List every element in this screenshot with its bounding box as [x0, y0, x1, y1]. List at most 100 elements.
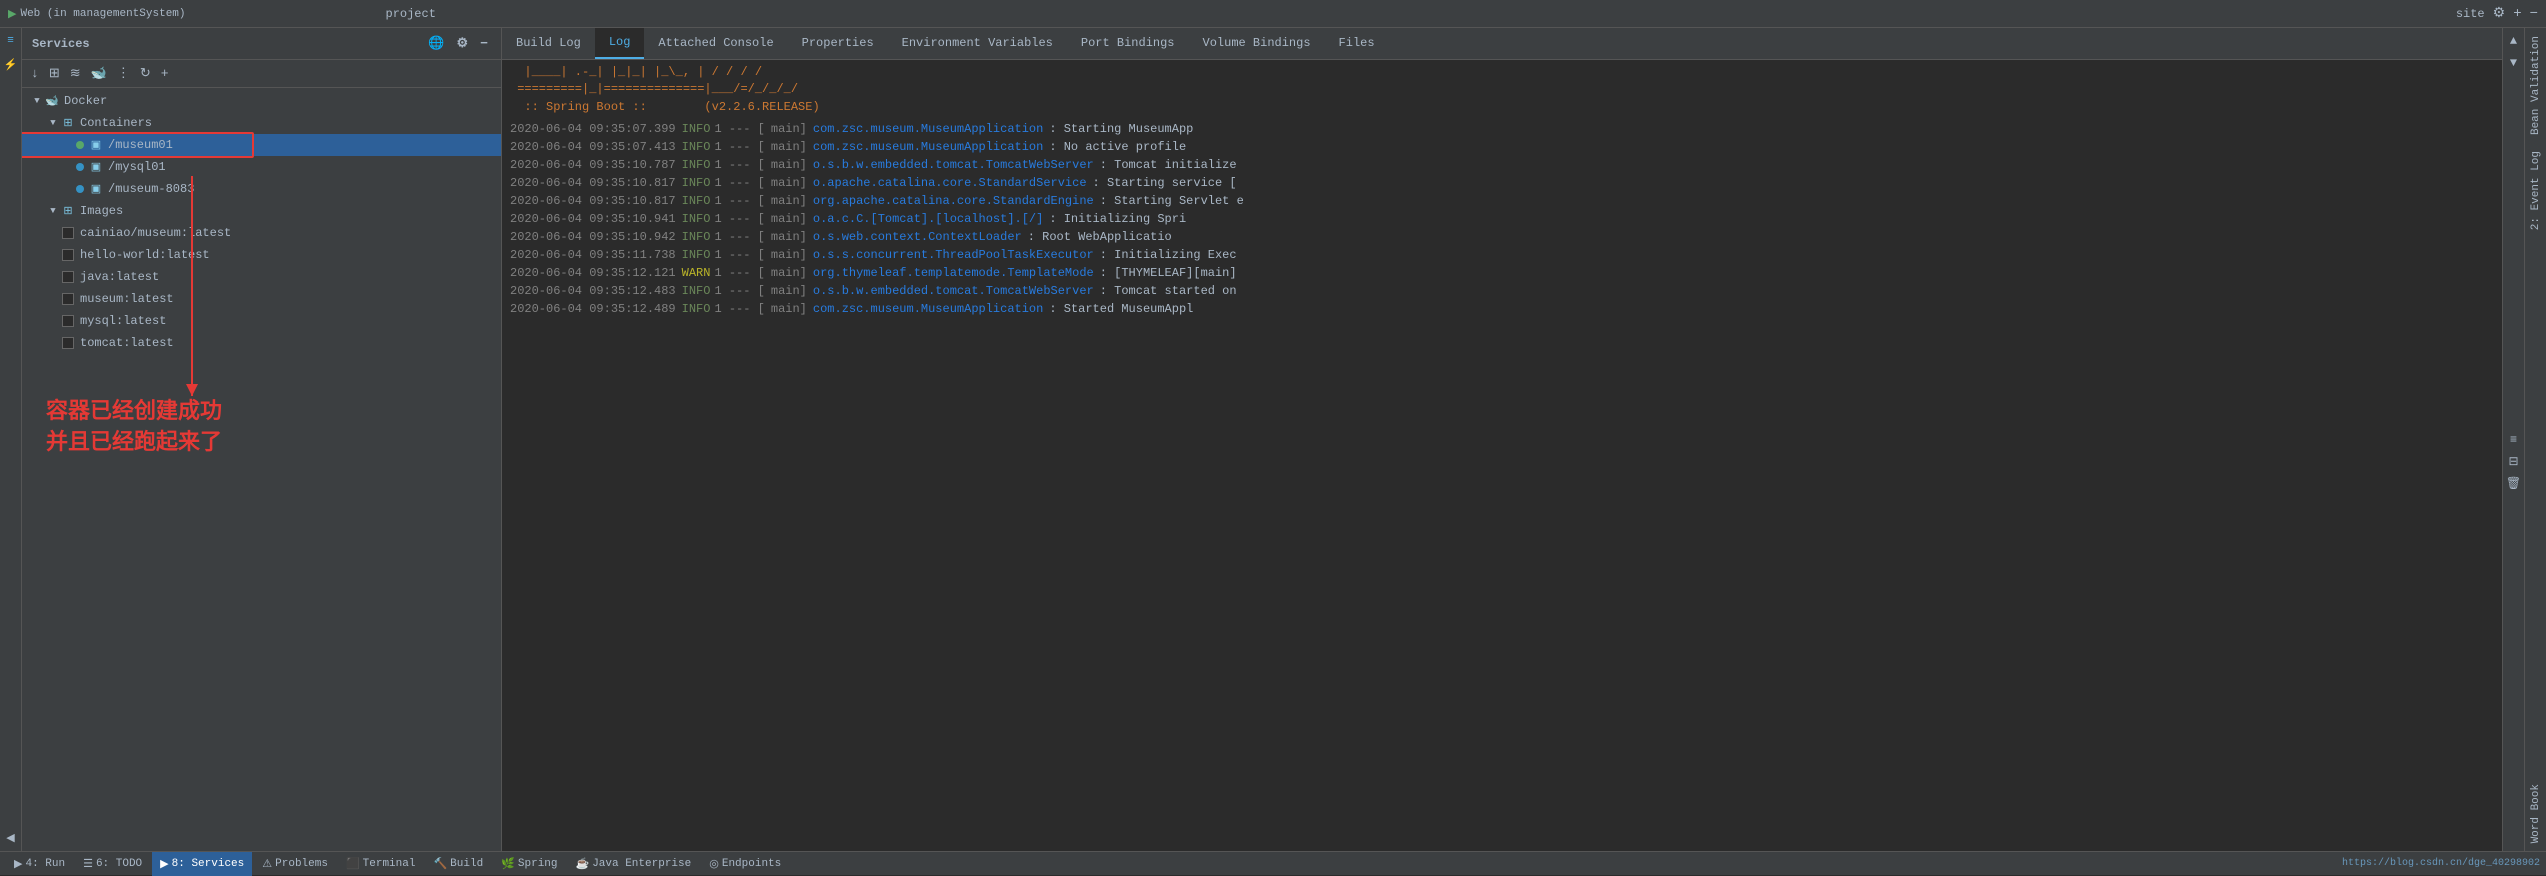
- image-mysql[interactable]: mysql:latest: [22, 310, 501, 332]
- tab-attached-console[interactable]: Attached Console: [644, 28, 787, 59]
- images-node[interactable]: ▼ ⊞ Images: [22, 200, 501, 222]
- scroll-down-icon[interactable]: ▼: [2505, 54, 2523, 72]
- log-class[interactable]: com.zsc.museum.MuseumApplication: [813, 138, 1043, 156]
- gear-icon[interactable]: ⚙: [2493, 5, 2506, 22]
- image-checkbox-hello-world: [62, 249, 74, 261]
- filter-icon[interactable]: ⋮: [114, 65, 133, 82]
- tab-todo[interactable]: ☰ 6: TODO: [75, 852, 150, 876]
- image-hello-world[interactable]: hello-world:latest: [22, 244, 501, 266]
- museum01-icon: ▣: [88, 137, 104, 153]
- collapse-icon[interactable]: −: [477, 35, 491, 52]
- tab-run[interactable]: ▶ 4: Run: [6, 852, 73, 876]
- log-class[interactable]: com.zsc.museum.MuseumApplication: [813, 300, 1043, 318]
- log-class[interactable]: org.apache.catalina.core.StandardEngine: [813, 192, 1094, 210]
- container-museum01[interactable]: ▣ /museum01: [22, 134, 501, 156]
- image-mysql-label: mysql:latest: [80, 314, 166, 328]
- word-book-tab[interactable]: Word Book: [2527, 776, 2545, 851]
- run-label: 4: Run: [25, 858, 65, 870]
- align-icon[interactable]: ⊟: [2505, 453, 2523, 471]
- images-icon: ⊞: [60, 203, 76, 219]
- log-timestamp: 2020-06-04 09:35:10.817: [510, 174, 676, 192]
- tab-endpoints[interactable]: ◎ Endpoints: [701, 852, 789, 876]
- museum8083-label: /museum-8083: [108, 182, 194, 196]
- far-right-tabs: Bean Validation 2: Event Log Word Book: [2524, 28, 2546, 851]
- containers-node[interactable]: ▼ ⊞ Containers: [22, 112, 501, 134]
- scroll-up-icon[interactable]: ▲: [2505, 32, 2523, 50]
- log-thread: 1 --- [: [714, 192, 764, 210]
- minus-icon[interactable]: −: [2530, 6, 2538, 22]
- run-icon: ▶: [14, 857, 22, 871]
- log-class[interactable]: o.s.b.w.embedded.tomcat.TomcatWebServer: [813, 156, 1094, 174]
- log-timestamp: 2020-06-04 09:35:11.738: [510, 246, 676, 264]
- refresh-icon[interactable]: ↻: [137, 65, 154, 82]
- bean-validation-tab[interactable]: Bean Validation: [2527, 28, 2545, 143]
- log-entry: 2020-06-04 09:35:10.817 INFO 1 --- [ mai…: [510, 174, 2494, 192]
- log-class[interactable]: com.zsc.museum.MuseumApplication: [813, 120, 1043, 138]
- mysql01-expand: [62, 160, 76, 174]
- event-log-tab[interactable]: 2: Event Log: [2527, 143, 2545, 238]
- log-thread: 1 --- [: [714, 120, 764, 138]
- log-thread-name: main]: [771, 282, 807, 300]
- tab-log[interactable]: Log: [595, 28, 645, 59]
- container-museum8083[interactable]: ▣ /museum-8083: [22, 178, 501, 200]
- log-thread: 1 --- [: [714, 210, 764, 228]
- trash-icon[interactable]: 🗑: [2505, 475, 2523, 493]
- structure-icon[interactable]: ≡: [2, 32, 20, 50]
- log-content[interactable]: |____| .-_| |_|_| |_\_, | / / / / ======…: [502, 60, 2502, 851]
- tab-spring[interactable]: 🌿 Spring: [493, 852, 565, 876]
- services-header: Services 🌐 ⚙ −: [22, 28, 501, 60]
- log-message: : Starting Servlet e: [1100, 192, 1244, 210]
- tab-services[interactable]: ▶ 8: Services: [152, 852, 252, 876]
- log-entry: 2020-06-04 09:35:12.121 WARN 1 --- [ mai…: [510, 264, 2494, 282]
- globe-icon[interactable]: 🌐: [425, 35, 447, 52]
- plus-icon[interactable]: +: [2513, 6, 2521, 22]
- log-thread-name: main]: [771, 210, 807, 228]
- log-class[interactable]: o.a.c.C.[Tomcat].[localhost].[/]: [813, 210, 1043, 228]
- log-level: INFO: [682, 282, 711, 300]
- arrow-down-icon[interactable]: ↓: [28, 65, 42, 82]
- log-message: : Tomcat started on: [1100, 282, 1237, 300]
- log-thread-name: main]: [771, 120, 807, 138]
- docker-toolbar-icon[interactable]: 🐋: [88, 65, 110, 82]
- tab-java-enterprise[interactable]: ☕ Java Enterprise: [568, 852, 700, 876]
- sort-icon[interactable]: ≋: [67, 65, 84, 82]
- tab-problems[interactable]: ⚠ Problems: [254, 852, 336, 876]
- museum01-expand: [62, 138, 76, 152]
- docker-node[interactable]: ▼ 🐋 Docker: [22, 90, 501, 112]
- log-thread: 1 --- [: [714, 138, 764, 156]
- image-java[interactable]: java:latest: [22, 266, 501, 288]
- tab-files[interactable]: Files: [1325, 28, 1389, 59]
- log-timestamp: 2020-06-04 09:35:12.483: [510, 282, 676, 300]
- image-museum[interactable]: museum:latest: [22, 288, 501, 310]
- log-class[interactable]: o.s.b.w.embedded.tomcat.TomcatWebServer: [813, 282, 1094, 300]
- log-class[interactable]: org.thymeleaf.templatemode.TemplateMode: [813, 264, 1094, 282]
- tab-port-bindings[interactable]: Port Bindings: [1067, 28, 1189, 59]
- list-view-icon[interactable]: ≡: [2505, 431, 2523, 449]
- image-cainiao[interactable]: cainiao/museum:latest: [22, 222, 501, 244]
- log-class[interactable]: o.s.s.concurrent.ThreadPoolTaskExecutor: [813, 246, 1094, 264]
- log-entry: 2020-06-04 09:35:12.483 INFO 1 --- [ mai…: [510, 282, 2494, 300]
- bottom-url[interactable]: https://blog.csdn.cn/dge_40298902: [2342, 858, 2540, 869]
- left-icon-3[interactable]: ◀: [2, 829, 20, 847]
- museum01-label: /museum01: [108, 138, 173, 152]
- log-entry: 2020-06-04 09:35:10.817 INFO 1 --- [ mai…: [510, 192, 2494, 210]
- tab-terminal[interactable]: ⬛ Terminal: [338, 852, 424, 876]
- tab-env-vars[interactable]: Environment Variables: [888, 28, 1067, 59]
- log-panel: Build Log Log Attached Console Propertie…: [502, 28, 2502, 851]
- tab-build-log[interactable]: Build Log: [502, 28, 595, 59]
- log-class[interactable]: o.s.web.context.ContextLoader: [813, 228, 1022, 246]
- settings-icon[interactable]: ⚙: [454, 35, 472, 52]
- main-layout: ≡ ⚡ ◀ Services 🌐 ⚙ − ↓ ⊞ ≋ 🐋 ⋮ ↻ + ▼: [0, 28, 2546, 851]
- log-class[interactable]: o.apache.catalina.core.StandardService: [813, 174, 1087, 192]
- top-bar-icon-play: ▶: [8, 7, 16, 21]
- image-tomcat[interactable]: tomcat:latest: [22, 332, 501, 354]
- tab-build[interactable]: 🔨 Build: [425, 852, 491, 876]
- image-museum-label: museum:latest: [80, 292, 174, 306]
- align-icon[interactable]: ⊞: [46, 65, 63, 82]
- container-mysql01[interactable]: ▣ /mysql01: [22, 156, 501, 178]
- add-icon[interactable]: +: [158, 65, 172, 82]
- log-message: : Initializing Exec: [1100, 246, 1237, 264]
- tab-properties[interactable]: Properties: [788, 28, 888, 59]
- left-icon-2[interactable]: ⚡: [2, 56, 20, 74]
- tab-volume-bindings[interactable]: Volume Bindings: [1189, 28, 1325, 59]
